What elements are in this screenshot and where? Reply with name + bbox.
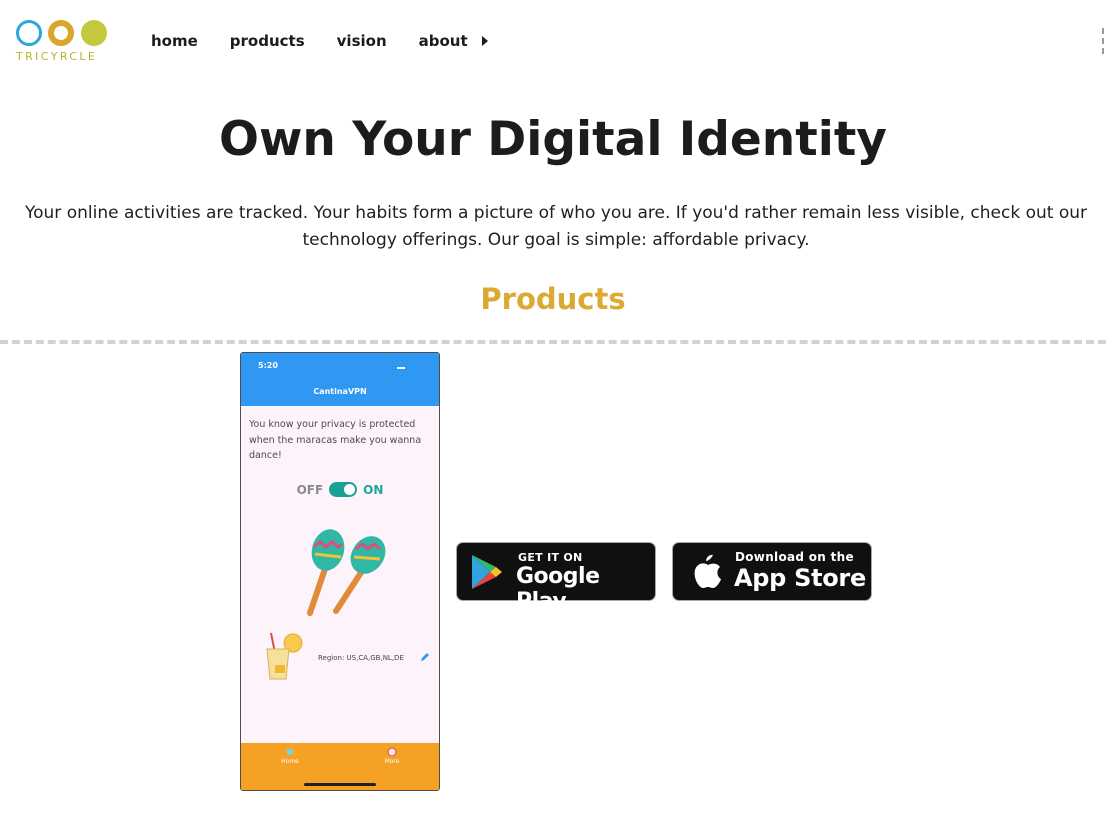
app-message: You know your privacy is protected when …: [249, 419, 422, 461]
tab-home-label: Home: [281, 758, 299, 765]
app-screenshot: 5:20 CantinaVPN You know your privacy is…: [240, 352, 440, 791]
toggle-on-label: ON: [363, 482, 384, 497]
app-name: CantinaVPN: [313, 387, 367, 396]
menu-edge-divider: [1102, 28, 1104, 54]
section-divider: [0, 340, 1106, 344]
drink-icon: [266, 633, 303, 680]
nav-about[interactable]: about: [419, 31, 488, 51]
tab-more: More: [379, 747, 405, 765]
google-play-badge[interactable]: GET IT ON Google Play: [456, 542, 656, 614]
toggle-off-label: OFF: [296, 482, 324, 497]
apple-badge-big-text: App Store: [734, 564, 866, 592]
logo-blue-circle: [16, 20, 42, 46]
more-tab-icon: [387, 747, 397, 756]
intro-paragraph: Your online activities are tracked. Your…: [25, 203, 1087, 250]
logo-gold-circle: [48, 20, 74, 46]
caret-right-icon: [481, 36, 488, 46]
vpn-toggle-row: OFF ON: [241, 482, 439, 497]
logo-wordmark: TRICYRCLE: [16, 50, 98, 63]
google-play-icon: [472, 555, 502, 589]
main-nav: home products vision about: [151, 31, 520, 51]
google-badge-big-text: Google Play: [516, 564, 600, 614]
vpn-toggle-switch: [329, 482, 358, 497]
toggle-knob: [344, 484, 356, 495]
site-header: TRICYRCLE home products vision about: [0, 0, 1106, 80]
products-heading: Products: [480, 282, 626, 316]
region-label: Region: US,CA,GB,NL,DE: [318, 654, 404, 662]
nav-home[interactable]: home: [151, 31, 198, 51]
nav-about-label: about: [418, 32, 468, 50]
google-badge-small-text: GET IT ON: [518, 551, 583, 564]
tab-more-label: More: [384, 758, 400, 765]
app-header-bar: 5:20 CantinaVPN: [241, 353, 439, 406]
page-title: Own Your Digital Identity: [219, 112, 887, 167]
home-indicator: [304, 783, 376, 786]
nav-vision[interactable]: vision: [337, 31, 387, 51]
app-store-badge[interactable]: Download on the App Store: [672, 542, 872, 601]
app-tab-bar: Home More: [241, 743, 439, 790]
tab-home: Home: [277, 747, 303, 765]
apple-icon: [694, 554, 721, 588]
home-tab-icon: [286, 748, 294, 755]
maracas-icon: [307, 529, 386, 616]
tricyrcle-logo[interactable]: TRICYRCLE: [16, 20, 108, 63]
signal-icon: [397, 363, 405, 369]
logo-green-circle: [81, 20, 107, 46]
nav-products[interactable]: products: [230, 31, 305, 51]
status-time: 5:20: [258, 361, 278, 370]
pencil-icon: [421, 653, 429, 661]
apple-badge-small-text: Download on the: [735, 550, 854, 564]
